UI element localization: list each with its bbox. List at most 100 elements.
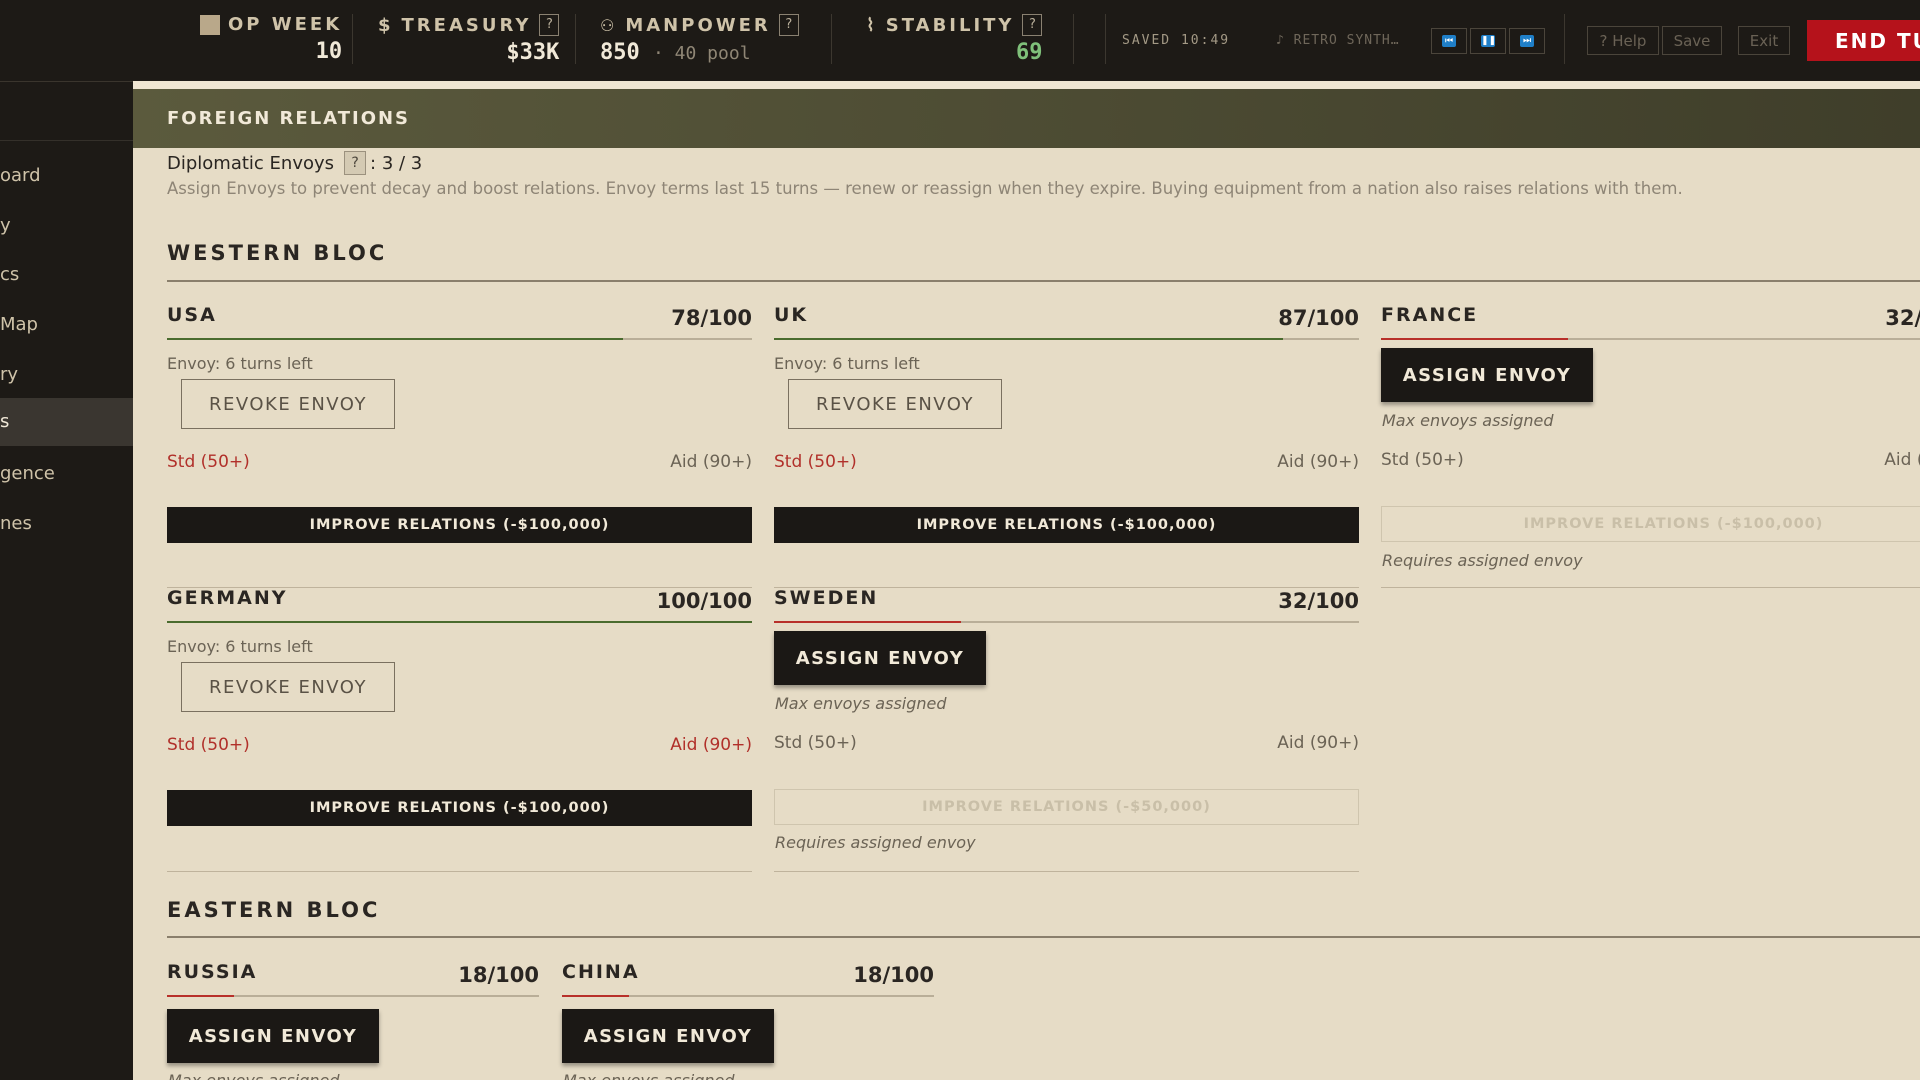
- card-divider: [774, 871, 1359, 872]
- divider: [575, 14, 576, 64]
- nation-name: UK: [774, 304, 809, 326]
- sidebar-item-intelligence[interactable]: gence: [0, 450, 133, 498]
- relation-bar: [562, 995, 934, 997]
- pause-icon: ❚❚: [1481, 35, 1497, 47]
- envoys-label: Diplomatic Envoys: [167, 152, 335, 174]
- assign-envoy-button[interactable]: ASSIGN ENVOY: [1381, 348, 1593, 402]
- stability-help-button[interactable]: ?: [1022, 14, 1043, 36]
- manpower-help-button[interactable]: ?: [778, 14, 799, 36]
- nation-name: USA: [167, 304, 217, 326]
- bloc-divider: [167, 936, 1920, 938]
- bloc-divider: [167, 280, 1920, 282]
- stability-stat: ⌇ STABILITY? 69: [866, 14, 1043, 65]
- improve-relations-button[interactable]: IMPROVE RELATIONS (-$50,000): [774, 789, 1359, 825]
- previous-track-button[interactable]: ⏮: [1431, 28, 1467, 54]
- nation-card-france: FRANCE 32/100 ASSIGN ENVOY Max envoys as…: [1381, 304, 1920, 588]
- revoke-envoy-button[interactable]: REVOKE ENVOY: [788, 379, 1002, 429]
- max-envoys-note: Max envoys assigned: [168, 1071, 340, 1080]
- bloc-title: EASTERN BLOC: [167, 898, 381, 922]
- assign-envoy-button[interactable]: ASSIGN ENVOY: [167, 1009, 379, 1063]
- sidebar-item-armory[interactable]: ry: [0, 351, 133, 399]
- sidebar-item-dashboard[interactable]: oard: [0, 152, 133, 200]
- requires-envoy-note: Requires assigned envoy: [775, 833, 976, 852]
- nation-card-uk: UK 87/100 Envoy: 6 turns left REVOKE ENV…: [774, 304, 1359, 588]
- envoys-summary: Diplomatic Envoys ? : 3 / 3: [167, 151, 422, 175]
- aid-tier-label: Aid (90+): [1277, 733, 1359, 753]
- panel-title: FOREIGN RELATIONS: [133, 89, 1920, 148]
- envoys-count: : 3 / 3: [370, 152, 423, 174]
- relation-score: 32/100: [1278, 589, 1359, 613]
- assign-envoy-button[interactable]: ASSIGN ENVOY: [774, 631, 986, 685]
- nation-name: CHINA: [562, 961, 640, 983]
- divider: [0, 140, 133, 141]
- assign-envoy-button[interactable]: ASSIGN ENVOY: [562, 1009, 774, 1063]
- op-week-stat: OP WEEK 10: [200, 14, 342, 64]
- relation-score: 18/100: [458, 963, 539, 987]
- top-bar: OP WEEK 10 $ TREASURY? $33K ⚇ MANPOWER? 85…: [0, 0, 1920, 81]
- sidebar-item-logistics[interactable]: cs: [0, 251, 133, 299]
- envoy-status: Envoy: 6 turns left: [167, 354, 313, 373]
- stability-label: STABILITY: [885, 14, 1015, 36]
- relation-bar: [774, 338, 1359, 340]
- improve-relations-button[interactable]: IMPROVE RELATIONS (-$100,000): [167, 507, 752, 543]
- divider: [1073, 14, 1074, 64]
- nation-name: SWEDEN: [774, 587, 879, 609]
- relation-bar-fill: [167, 338, 624, 340]
- improve-relations-button[interactable]: IMPROVE RELATIONS (-$100,000): [167, 790, 752, 826]
- revoke-envoy-button[interactable]: REVOKE ENVOY: [181, 662, 395, 712]
- manpower-pool: · 40 pool: [653, 43, 751, 64]
- envoys-help-button[interactable]: ?: [344, 151, 367, 175]
- sidebar-item-zones[interactable]: nes: [0, 500, 133, 548]
- std-tier-label: Std (50+): [1381, 450, 1464, 470]
- divider: [831, 14, 832, 64]
- envoy-status: Envoy: 6 turns left: [774, 354, 920, 373]
- dollar-icon: $: [378, 14, 394, 36]
- treasury-value: $33K: [506, 40, 560, 65]
- sidebar-item-label: gence: [0, 463, 55, 484]
- relation-bar-fill: [774, 338, 1283, 340]
- next-track-button[interactable]: ⏭: [1509, 28, 1545, 54]
- op-week-label: OP WEEK: [228, 14, 343, 35]
- requires-envoy-note: Requires assigned envoy: [1382, 551, 1583, 570]
- manpower-label: MANPOWER: [625, 14, 771, 36]
- saved-status: SAVED 10:49: [1122, 33, 1231, 48]
- nation-card-germany: GERMANY 100/100 Envoy: 6 turns left REVO…: [167, 587, 752, 872]
- nation-name: FRANCE: [1381, 304, 1479, 326]
- relation-score: 100/100: [656, 589, 752, 613]
- relation-bar-fill: [167, 621, 752, 623]
- op-week-value: 10: [315, 39, 343, 64]
- bloc-title: WESTERN BLOC: [167, 241, 388, 265]
- fast-forward-icon: ⏭: [1520, 35, 1534, 47]
- manpower-stat: ⚇ MANPOWER? 850 · 40 pool: [600, 14, 799, 65]
- save-button[interactable]: Save: [1662, 26, 1722, 55]
- person-icon: ⚇: [600, 15, 618, 35]
- sidebar-item-label: nes: [0, 513, 32, 534]
- relation-score: 78/100: [671, 306, 752, 330]
- pause-button[interactable]: ❚❚: [1470, 28, 1506, 54]
- max-envoys-note: Max envoys assigned: [563, 1071, 735, 1080]
- help-button[interactable]: ? Help: [1587, 26, 1659, 55]
- sidebar: oard y cs Map ry s gence nes: [0, 81, 133, 1080]
- improve-relations-button[interactable]: IMPROVE RELATIONS (-$100,000): [1381, 506, 1920, 542]
- relation-bar: [167, 621, 752, 623]
- sidebar-item-map[interactable]: Map: [0, 301, 133, 349]
- max-envoys-note: Max envoys assigned: [1382, 411, 1554, 430]
- sidebar-item-label: cs: [0, 264, 20, 285]
- revoke-envoy-button[interactable]: REVOKE ENVOY: [181, 379, 395, 429]
- end-turn-button[interactable]: END TURN: [1807, 20, 1920, 61]
- relation-score: 18/100: [853, 963, 934, 987]
- sidebar-item-army[interactable]: y: [0, 202, 133, 250]
- relation-score: 32/100: [1885, 306, 1920, 330]
- improve-relations-button[interactable]: IMPROVE RELATIONS (-$100,000): [774, 507, 1359, 543]
- card-divider: [1381, 587, 1920, 588]
- sidebar-item-label: oard: [0, 165, 41, 186]
- sidebar-item-relations[interactable]: s: [0, 398, 133, 446]
- exit-button[interactable]: Exit: [1738, 26, 1790, 55]
- music-track[interactable]: ♪ RETRO SYNTH…: [1276, 33, 1400, 48]
- relation-score: 87/100: [1278, 306, 1359, 330]
- sidebar-item-label: y: [0, 215, 11, 236]
- relation-bar-fill: [774, 621, 962, 623]
- relation-bar: [1381, 338, 1920, 340]
- envoy-status: Envoy: 6 turns left: [167, 637, 313, 656]
- treasury-help-button[interactable]: ?: [539, 14, 560, 36]
